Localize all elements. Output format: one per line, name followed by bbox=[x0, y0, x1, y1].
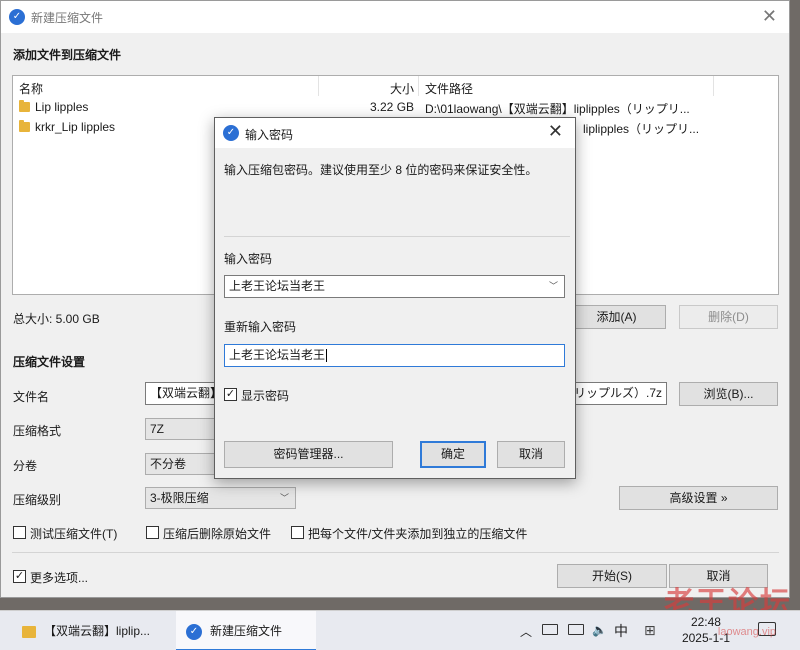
add-section-heading: 添加文件到压缩文件 bbox=[13, 48, 122, 62]
split-label: 分卷 bbox=[13, 459, 38, 473]
confirm-password-value: 上老王论坛当老王 bbox=[229, 348, 326, 362]
chevron-down-icon: ﹀ bbox=[279, 493, 289, 503]
test-archive-checkbox[interactable]: 测试压缩文件(T) bbox=[13, 525, 133, 541]
add-button[interactable]: 添加(A) bbox=[567, 305, 666, 329]
confirm-password-input[interactable]: 上老王论坛当老王 bbox=[224, 344, 565, 367]
checkbox-box[interactable] bbox=[146, 526, 159, 539]
window-title: 新建压缩文件 bbox=[31, 11, 104, 25]
taskbar-item-archiver[interactable]: ✓ 新建压缩文件 bbox=[176, 611, 316, 650]
row-path: liplipples（リップリ... bbox=[583, 122, 700, 136]
column-header-path[interactable]: 文件路径 bbox=[425, 80, 473, 97]
advanced-settings-button[interactable]: 高级设置 » bbox=[619, 486, 778, 510]
close-icon[interactable]: ✕ bbox=[548, 121, 563, 142]
column-divider[interactable] bbox=[418, 76, 419, 96]
checkmark-icon[interactable]: ✓ bbox=[224, 388, 237, 401]
dialog-title: 输入密码 bbox=[245, 128, 294, 142]
level-select[interactable]: 3-极限压缩 ﹀ bbox=[145, 487, 296, 509]
divider bbox=[224, 236, 570, 237]
ime-mode-icon[interactable]: ⊞ bbox=[644, 622, 656, 639]
dialog-description: 输入压缩包密码。建议使用至少 8 位的密码来保证安全性。 bbox=[224, 163, 538, 177]
password-input[interactable]: 上老王论坛当老王 ﹀ bbox=[224, 275, 565, 298]
table-row[interactable]: Lip lipples 3.22 GB D:\01laowang\【双端云翻】l… bbox=[13, 98, 778, 118]
checkmark-icon[interactable]: ✓ bbox=[13, 570, 26, 583]
chevron-up-icon[interactable]: ︿ bbox=[520, 623, 532, 640]
text-caret bbox=[326, 349, 328, 363]
ok-button[interactable]: 确定 bbox=[420, 441, 486, 468]
column-header-size[interactable]: 大小 bbox=[390, 80, 414, 97]
folder-icon bbox=[19, 100, 30, 112]
app-logo-icon: ✓ bbox=[223, 125, 239, 141]
close-icon[interactable]: ✕ bbox=[762, 6, 777, 27]
app-logo-icon: ✓ bbox=[9, 9, 25, 25]
delete-button[interactable]: 删除(D) bbox=[679, 305, 778, 329]
separate-archives-checkbox[interactable]: 把每个文件/文件夹添加到独立的压缩文件 bbox=[291, 525, 551, 541]
column-divider[interactable] bbox=[318, 76, 319, 96]
chevron-down-icon[interactable]: ﹀ bbox=[549, 276, 558, 297]
password-value: 上老王论坛当老王 bbox=[229, 279, 326, 293]
column-divider[interactable] bbox=[713, 76, 714, 96]
split-select[interactable]: 不分卷 bbox=[145, 453, 225, 475]
network-icon[interactable] bbox=[568, 624, 584, 635]
battery-icon[interactable] bbox=[542, 624, 558, 635]
more-options-label: 更多选项... bbox=[30, 571, 89, 585]
filename-label: 文件名 bbox=[13, 390, 50, 404]
level-label: 压缩级别 bbox=[13, 493, 62, 507]
password-manager-button[interactable]: 密码管理器... bbox=[224, 441, 393, 468]
split-value: 不分卷 bbox=[150, 457, 187, 471]
divider bbox=[12, 552, 779, 553]
delete-after-checkbox[interactable]: 压缩后删除原始文件 bbox=[146, 525, 286, 541]
table-header: 名称 大小 文件路径 bbox=[13, 76, 778, 98]
filename-input[interactable]: 【双端云翻】 bbox=[145, 382, 225, 405]
row-name: Lip lipples bbox=[35, 100, 89, 114]
taskbar-item-label: 新建压缩文件 bbox=[210, 624, 283, 638]
delete-after-label: 压缩后删除原始文件 bbox=[163, 527, 272, 541]
row-size: 3.22 GB bbox=[370, 100, 415, 114]
level-value: 3-极限压缩 bbox=[150, 491, 209, 505]
more-options-checkbox[interactable]: ✓ 更多选项... bbox=[13, 569, 103, 585]
column-header-name[interactable]: 名称 bbox=[19, 80, 43, 97]
taskbar: 【双端云翻】liplip... ✓ 新建压缩文件 ︿ 🔈 中 ⊞ 22:48 20… bbox=[0, 610, 800, 650]
browse-button[interactable]: 浏览(B)... bbox=[679, 382, 778, 406]
test-archive-label: 测试压缩文件(T) bbox=[30, 527, 118, 541]
password-label: 输入密码 bbox=[224, 252, 273, 266]
format-select[interactable]: 7Z bbox=[145, 418, 225, 440]
total-size-label: 总大小: 5.00 GB bbox=[13, 312, 100, 326]
filename-input-end[interactable]: リップルズ）.7z bbox=[567, 382, 667, 405]
taskbar-item-label: 【双端云翻】liplip... bbox=[44, 624, 151, 638]
folder-icon bbox=[22, 625, 36, 638]
row-name: krkr_Lip lipples bbox=[35, 120, 116, 134]
dialog-cancel-button[interactable]: 取消 bbox=[497, 441, 565, 468]
folder-icon bbox=[19, 120, 30, 132]
title-bar: ✓ 新建压缩文件 ✕ bbox=[1, 1, 789, 33]
dialog-title-bar: ✓ 输入密码 ✕ bbox=[215, 118, 575, 148]
show-password-checkbox[interactable]: ✓ 显示密码 bbox=[224, 387, 314, 403]
taskbar-item-folder[interactable]: 【双端云翻】liplip... bbox=[22, 611, 174, 650]
settings-heading: 压缩文件设置 bbox=[13, 355, 86, 369]
show-password-label: 显示密码 bbox=[241, 389, 290, 403]
watermark-url: laowang.vip bbox=[717, 626, 776, 638]
format-label: 压缩格式 bbox=[13, 424, 62, 438]
checkbox-box[interactable] bbox=[291, 526, 304, 539]
row-path: D:\01laowang\【双端云翻】liplipples（リップリ... bbox=[425, 102, 690, 116]
ime-indicator[interactable]: 中 bbox=[614, 621, 628, 641]
format-value: 7Z bbox=[150, 422, 165, 436]
separate-archives-label: 把每个文件/文件夹添加到独立的压缩文件 bbox=[308, 527, 528, 541]
start-button[interactable]: 开始(S) bbox=[557, 564, 667, 588]
volume-icon[interactable]: 🔈 bbox=[592, 623, 607, 637]
password-dialog: ✓ 输入密码 ✕ 输入压缩包密码。建议使用至少 8 位的密码来保证安全性。 输入… bbox=[214, 117, 576, 479]
app-logo-icon: ✓ bbox=[186, 623, 202, 640]
confirm-password-label: 重新输入密码 bbox=[224, 320, 297, 334]
checkbox-box[interactable] bbox=[13, 526, 26, 539]
